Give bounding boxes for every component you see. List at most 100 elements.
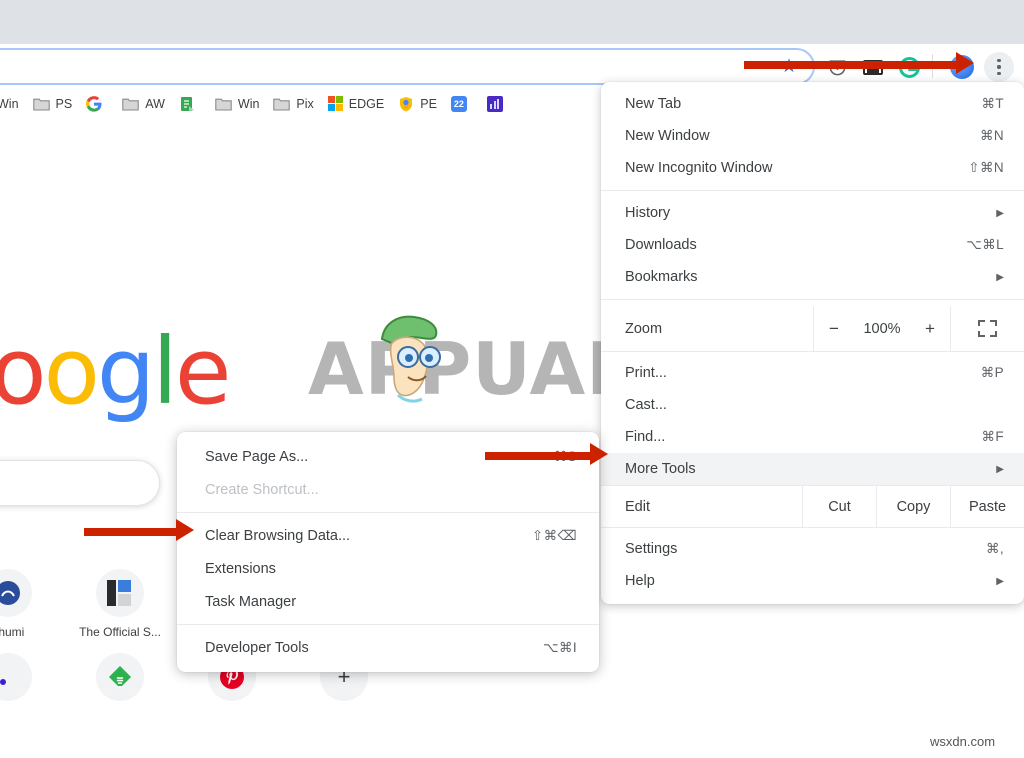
- fullscreen-icon: [978, 320, 997, 337]
- submenu-item-clear-browsing-data[interactable]: Clear Browsing Data... ⇧⌘⌫: [177, 519, 599, 552]
- submenu-item-shortcut: ⇧⌘⌫: [531, 527, 577, 543]
- submenu-item-extensions[interactable]: Extensions: [177, 552, 599, 585]
- shortcut-tile[interactable]: ohumi: [0, 555, 64, 639]
- menu-item-downloads[interactable]: Downloads ⌥⌘L: [601, 229, 1024, 261]
- address-bar[interactable]: [0, 48, 815, 85]
- submenu-item-label: Task Manager: [205, 593, 297, 610]
- menu-item-find[interactable]: Find... ⌘F: [601, 421, 1024, 453]
- menu-item-help[interactable]: Help ▶: [601, 565, 1024, 597]
- microsoft-icon: [327, 96, 343, 111]
- bookmark-label: PS: [55, 96, 73, 111]
- zoom-controls: − 100% +: [813, 306, 950, 351]
- bookmark-item[interactable]: 22: [444, 93, 480, 115]
- feedly-icon: [96, 653, 144, 701]
- calendar-22-icon: 22: [450, 95, 467, 112]
- submenu-item-create-shortcut: Create Shortcut...: [177, 473, 599, 506]
- logo-letter: o: [43, 318, 100, 425]
- bookmark-item[interactable]: Pix: [266, 94, 320, 114]
- shortcut-tile[interactable]: [0, 639, 64, 709]
- annotation-arrow-head: [590, 443, 608, 465]
- menu-item-label: More Tools: [625, 461, 696, 477]
- menu-item-shortcut: ⌘P: [980, 365, 1004, 380]
- analytics-icon: [486, 95, 503, 112]
- zoom-value: 100%: [863, 320, 901, 337]
- bookmark-item[interactable]: EDGE: [321, 93, 391, 114]
- edit-label: Edit: [625, 498, 650, 515]
- bookmark-item[interactable]: [480, 93, 516, 115]
- bookmark-label: Win: [237, 96, 260, 111]
- menu-item-new-window[interactable]: New Window ⌘N: [601, 120, 1024, 152]
- annotation-arrow-head: [956, 52, 974, 74]
- menu-item-label: Downloads: [625, 237, 697, 253]
- zoom-in-button[interactable]: +: [910, 319, 950, 339]
- menu-item-label: New Tab: [625, 96, 682, 112]
- browser-window: ★ Win PS: [0, 0, 1024, 758]
- menu-item-bookmarks[interactable]: Bookmarks ▶: [601, 261, 1024, 293]
- menu-item-cast[interactable]: Cast...: [601, 389, 1024, 421]
- submenu-item-developer-tools[interactable]: Developer Tools ⌥⌘I: [177, 631, 599, 664]
- folder-icon: [122, 97, 139, 111]
- bookmark-item[interactable]: Win: [208, 94, 267, 114]
- menu-item-shortcut: ⌘,: [985, 541, 1004, 556]
- chevron-right-icon: ▶: [996, 207, 1004, 219]
- menu-item-label: New Incognito Window: [625, 160, 773, 176]
- site-icon: [0, 653, 32, 701]
- menu-item-shortcut: ⌥⌘L: [966, 237, 1004, 252]
- google-logo: Google: [0, 326, 231, 418]
- menu-item-label: Settings: [625, 541, 678, 557]
- site-icon: [0, 569, 32, 617]
- menu-item-settings[interactable]: Settings ⌘,: [601, 533, 1024, 565]
- submenu-separator: [177, 624, 599, 625]
- menu-separator: [601, 299, 1024, 300]
- shield-badge-icon: [400, 96, 413, 111]
- menu-item-new-tab[interactable]: New Tab ⌘T: [601, 88, 1024, 120]
- logo-letter: l: [152, 318, 178, 425]
- bookmark-label: AW: [145, 96, 165, 111]
- more-tools-submenu: Save Page As... ⌘S Create Shortcut... Cl…: [177, 432, 599, 672]
- bookmark-item[interactable]: PE: [391, 93, 444, 115]
- submenu-item-shortcut: ⌥⌘I: [542, 639, 577, 655]
- fullscreen-button[interactable]: [950, 306, 1024, 351]
- shortcut-tile[interactable]: [64, 639, 176, 709]
- google-icon: [86, 95, 102, 112]
- menu-row-edit: Edit Cut Copy Paste: [601, 486, 1024, 527]
- menu-item-print[interactable]: Print... ⌘P: [601, 357, 1024, 389]
- menu-item-shortcut: ⌘F: [981, 429, 1004, 444]
- annotation-arrow-menu-button: [744, 61, 964, 69]
- menu-item-shortcut: ⌘T: [981, 96, 1004, 111]
- menu-item-label: Find...: [625, 429, 666, 445]
- shortcut-tile[interactable]: The Official S...: [64, 555, 176, 639]
- folder-icon: [273, 97, 291, 111]
- menu-item-more-tools[interactable]: More Tools ▶: [601, 453, 1024, 485]
- chevron-right-icon: ▶: [996, 463, 1004, 475]
- chrome-menu-kebab-button[interactable]: [984, 52, 1014, 82]
- menu-item-new-incognito-window[interactable]: New Incognito Window ⇧⌘N: [601, 152, 1024, 184]
- copy-button[interactable]: Copy: [876, 486, 950, 527]
- bookmark-item[interactable]: PS: [26, 94, 80, 114]
- green-doc-icon: [180, 96, 194, 111]
- paste-button[interactable]: Paste: [950, 486, 1024, 527]
- annotation-arrow-head: [176, 519, 194, 541]
- zoom-label: Zoom: [625, 320, 663, 337]
- menu-item-label: Help: [625, 573, 655, 589]
- cut-button[interactable]: Cut: [802, 486, 876, 527]
- office-icon: [96, 569, 144, 617]
- logo-letter: o: [0, 318, 47, 425]
- submenu-item-label: Create Shortcut...: [205, 481, 319, 498]
- search-input[interactable]: ype a URL: [0, 460, 160, 506]
- menu-separator: [601, 190, 1024, 191]
- zoom-out-button[interactable]: −: [814, 319, 854, 339]
- annotation-arrow-more-tools: [485, 452, 597, 460]
- menu-item-label: History: [625, 205, 671, 221]
- shortcut-label: The Official S...: [79, 625, 161, 639]
- menu-item-history[interactable]: History ▶: [601, 197, 1024, 229]
- folder-icon: [215, 97, 232, 111]
- bookmark-item[interactable]: AW: [115, 94, 172, 114]
- bookmark-item[interactable]: [172, 93, 208, 115]
- browser-chrome-top: [0, 0, 1024, 44]
- bookmark-item[interactable]: [79, 93, 115, 115]
- submenu-item-task-manager[interactable]: Task Manager: [177, 585, 599, 618]
- source-watermark: wsxdn.com: [930, 734, 996, 749]
- bookmark-item[interactable]: Win: [0, 94, 26, 114]
- chevron-right-icon: ▶: [996, 575, 1004, 587]
